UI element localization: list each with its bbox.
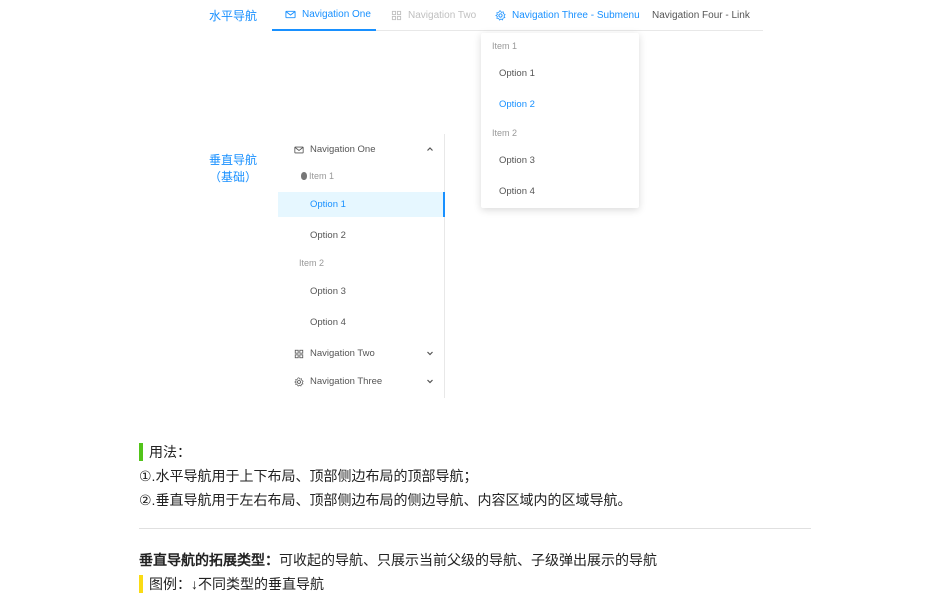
extension-title: 垂直导航的拓展类型：: [139, 552, 279, 568]
chevron-down-icon: [427, 351, 433, 356]
dropdown-option[interactable]: Option 4: [499, 186, 535, 197]
v-option[interactable]: Option 3: [278, 279, 445, 304]
mail-icon: [284, 9, 296, 21]
v-option[interactable]: Option 4: [278, 310, 445, 335]
v-submenu-one-label: Navigation One: [310, 144, 376, 155]
dropdown-group-title: Item 2: [492, 128, 518, 138]
v-submenu-one[interactable]: Navigation One: [278, 137, 445, 162]
dropdown-option[interactable]: Option 1: [499, 68, 535, 79]
v-group-two-label: Item 2: [299, 258, 325, 268]
vertical-nav-label-line2: （基础）: [208, 170, 257, 184]
usage-accent-bar: [139, 443, 143, 461]
vertical-nav-label-line1: 垂直导航: [208, 153, 257, 167]
legend-accent-bar: [139, 575, 143, 593]
v-option-selected[interactable]: Option 1: [278, 192, 445, 217]
h-nav-item-one-label: Navigation One: [302, 9, 371, 20]
dropdown-option-selected[interactable]: Option 2: [499, 99, 535, 110]
setting-icon: [494, 10, 506, 22]
v-group-one-label: Item 1: [309, 171, 335, 181]
bullet-icon: [301, 172, 307, 180]
dropdown-group-title: Item 1: [492, 41, 518, 51]
v-option[interactable]: Option 2: [278, 223, 445, 248]
v-group-title: Item 2: [299, 258, 324, 268]
vertical-menu: Navigation One Item 1 Option 1 Option 2 …: [278, 134, 445, 398]
v-group-title: Item 1: [300, 171, 334, 181]
v-submenu-three[interactable]: Navigation Three: [278, 369, 445, 394]
legend-text: 图例：↓不同类型的垂直导航: [149, 576, 324, 592]
chevron-down-icon: [427, 379, 433, 384]
horizontal-nav-label: 水平导航: [208, 9, 257, 23]
v-submenu-three-label: Navigation Three: [310, 376, 383, 387]
vertical-nav-label: 垂直导航 （基础）: [205, 152, 261, 186]
extension-line: 垂直导航的拓展类型：可收起的导航、只展示当前父级的导航、子级弹出展示的导航: [139, 551, 657, 569]
dropdown-option[interactable]: Option 3: [499, 155, 535, 166]
v-submenu-two[interactable]: Navigation Two: [278, 341, 445, 366]
h-nav-item-three[interactable]: Navigation Three - Submenu: [494, 0, 640, 31]
appstore-icon: [293, 348, 305, 360]
submenu-dropdown: Item 1 Option 1 Option 2 Item 2 Option 3…: [481, 33, 639, 208]
setting-icon: [293, 376, 305, 388]
usage-line-1: ①.水平导航用于上下布局、顶部侧边布局的顶部导航；: [139, 468, 478, 484]
h-nav-item-one[interactable]: Navigation One: [272, 0, 376, 31]
chevron-up-icon: [427, 147, 433, 151]
v-submenu-two-label: Navigation Two: [310, 348, 375, 359]
h-nav-item-four-label: Navigation Four - Link: [652, 10, 750, 21]
h-nav-item-three-label: Navigation Three - Submenu: [512, 10, 640, 21]
mail-icon: [293, 144, 305, 156]
h-nav-item-two-label: Navigation Two: [408, 10, 477, 21]
horizontal-menu: Navigation One Navigation Two Navigation…: [272, 0, 763, 31]
usage-title: 用法：: [149, 444, 191, 460]
section-divider: [139, 528, 811, 529]
usage-line-2: ②.垂直导航用于左右布局、顶部侧边布局的侧边导航、内容区域内的区域导航。: [139, 492, 632, 508]
appstore-icon: [390, 10, 402, 22]
h-nav-item-two: Navigation Two: [390, 0, 476, 31]
h-nav-item-four-link[interactable]: Navigation Four - Link: [652, 0, 750, 31]
extension-text: 可收起的导航、只展示当前父级的导航、子级弹出展示的导航: [279, 552, 657, 568]
